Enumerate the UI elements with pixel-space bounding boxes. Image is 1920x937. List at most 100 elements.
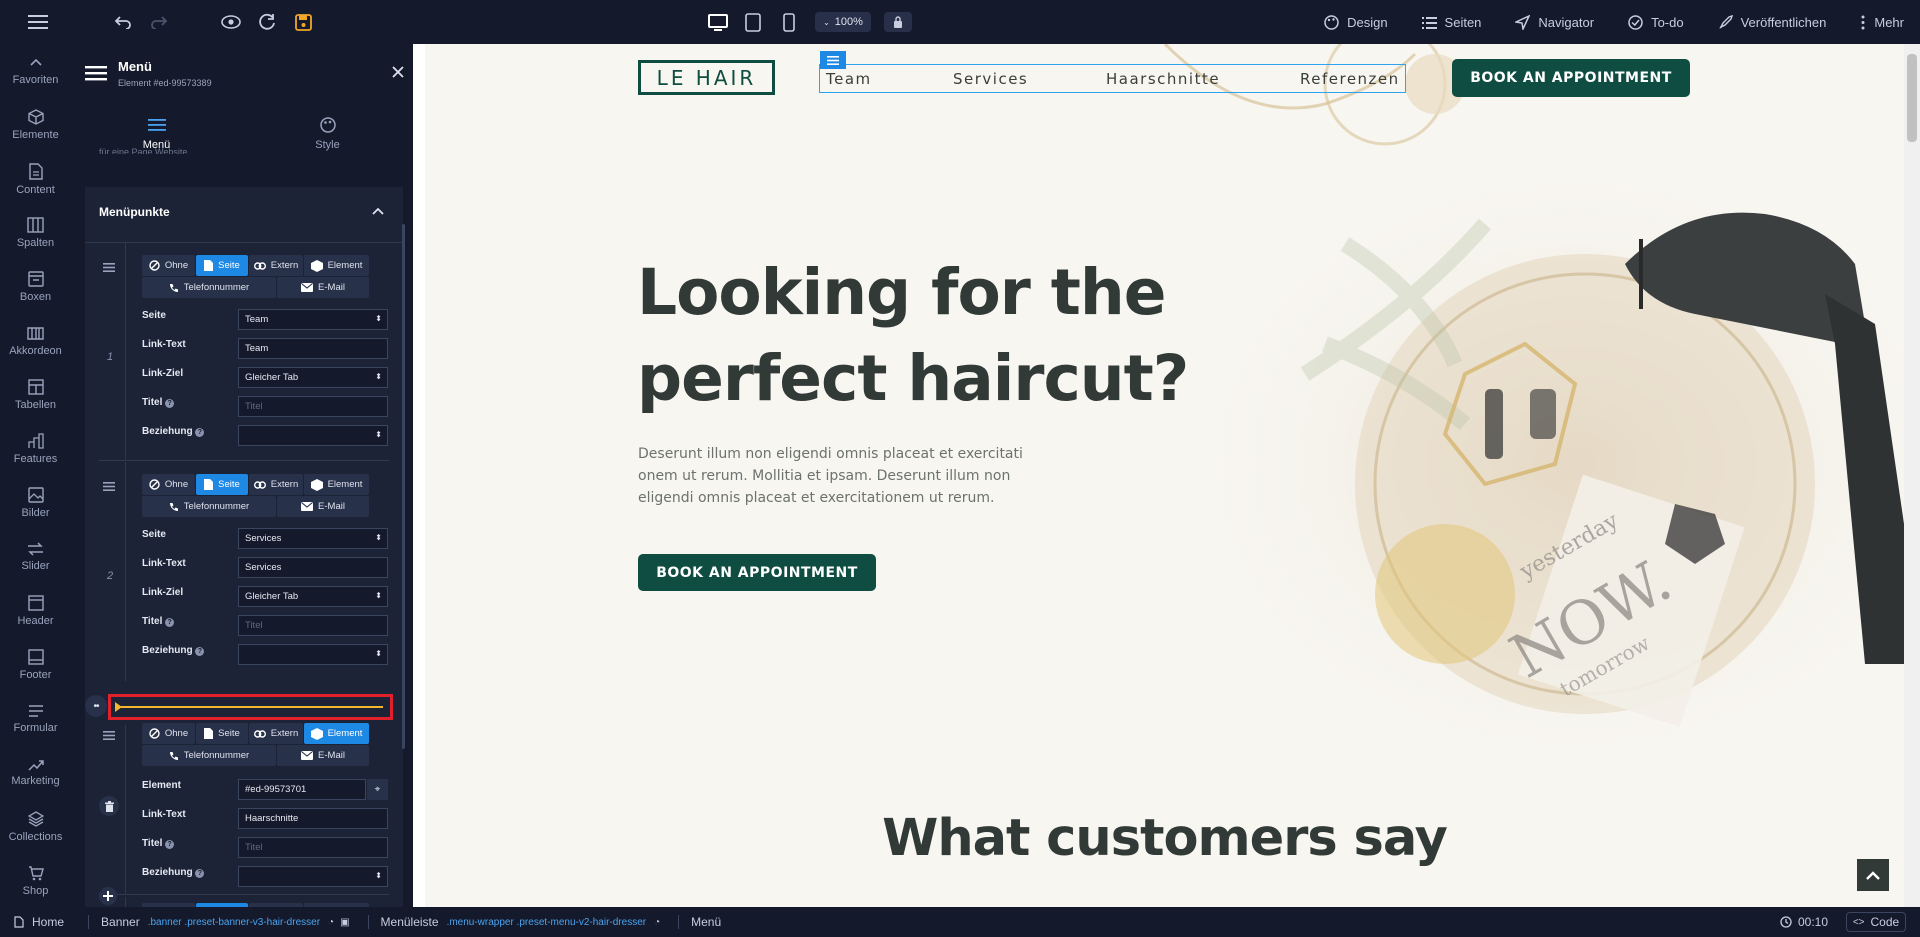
more-menu[interactable]: Mehr: [1860, 15, 1904, 30]
crumb-menu[interactable]: Menü: [691, 915, 721, 929]
help-icon[interactable]: ?: [195, 428, 205, 437]
type-element[interactable]: Element: [304, 255, 369, 276]
leftnav-content[interactable]: Content: [0, 152, 71, 206]
hamburger-menu-icon[interactable]: [26, 12, 50, 32]
hero-book-button[interactable]: BOOK AN APPOINTMENT: [638, 554, 876, 591]
mobile-view-icon[interactable]: [779, 11, 799, 33]
linktext-input[interactable]: Team: [238, 338, 388, 359]
titel-input[interactable]: Titel: [238, 837, 388, 858]
leftnav-footer[interactable]: Footer: [0, 638, 71, 692]
leftnav-formular[interactable]: Formular: [0, 692, 71, 746]
linkziel-select[interactable]: Gleicher Tab ⬍: [238, 586, 388, 607]
linkziel-select[interactable]: Gleicher Tab ⬍: [238, 367, 388, 388]
linktext-input[interactable]: Services: [238, 557, 388, 578]
lock-icon[interactable]: [884, 12, 912, 32]
help-icon[interactable]: ?: [165, 399, 175, 408]
group-header[interactable]: Menüpunkte: [85, 187, 403, 243]
seite-select[interactable]: Team ⬍: [238, 309, 388, 330]
leftnav-bilder[interactable]: Bilder: [0, 476, 71, 530]
scroll-to-top-icon[interactable]: [1857, 859, 1889, 891]
beziehung-select[interactable]: ⬍: [238, 644, 388, 665]
type-extern[interactable]: Extern: [249, 474, 303, 495]
leftnav-akkordeon[interactable]: Akkordeon: [0, 314, 71, 368]
help-icon[interactable]: ?: [165, 840, 175, 849]
crumb-home[interactable]: Home: [32, 915, 64, 929]
menu-element-handle-icon[interactable]: [820, 51, 846, 69]
todo-menu[interactable]: To-do: [1628, 15, 1684, 30]
help-icon[interactable]: ?: [195, 869, 205, 878]
drag-add-handle-icon[interactable]: ••: [85, 695, 107, 717]
type-ohne[interactable]: Ohne: [142, 474, 195, 495]
leftnav-boxen[interactable]: Boxen: [0, 260, 71, 314]
leftnav-tabellen[interactable]: Tabellen: [0, 368, 71, 422]
code-button[interactable]: <> Code: [1846, 912, 1906, 932]
leftnav-slider[interactable]: Slider: [0, 530, 71, 584]
panel-scrollbar[interactable]: [402, 224, 405, 749]
leftnav-marketing[interactable]: Marketing: [0, 746, 71, 800]
site-logo[interactable]: LE HAIR: [638, 60, 775, 95]
drag-handle-icon[interactable]: [103, 261, 115, 275]
leftnav-header[interactable]: Header: [0, 584, 71, 638]
beziehung-select[interactable]: ⬍: [238, 866, 388, 887]
leftnav-spalten[interactable]: Spalten: [0, 206, 71, 260]
header-book-button[interactable]: BOOK AN APPOINTMENT: [1452, 59, 1690, 97]
titel-input[interactable]: Titel: [238, 615, 388, 636]
crumb-banner[interactable]: Banner: [101, 915, 140, 929]
navigator-menu[interactable]: Navigator: [1515, 14, 1594, 30]
tablet-view-icon[interactable]: [742, 11, 764, 33]
drag-handle-icon[interactable]: [103, 480, 115, 494]
leftnav-elemente[interactable]: Elemente: [0, 98, 71, 152]
type-telefon[interactable]: Telefonnummer: [142, 277, 276, 298]
tab-menu[interactable]: Menü: [71, 100, 242, 168]
refresh-icon[interactable]: [256, 12, 278, 32]
item-number: 1: [107, 351, 114, 363]
leftnav-features[interactable]: Features: [0, 422, 71, 476]
nav-referenzen[interactable]: Referenzen: [1300, 70, 1400, 88]
type-email[interactable]: E-Mail: [277, 277, 369, 298]
crumb-menuleiste[interactable]: Menüleiste: [381, 915, 439, 929]
delete-icon[interactable]: [99, 796, 119, 816]
publish-menu[interactable]: Veröffentlichen: [1718, 14, 1826, 30]
design-menu[interactable]: Design: [1324, 15, 1388, 30]
leftnav-shop[interactable]: Shop: [0, 854, 71, 908]
menu-element-selected[interactable]: Team Services Haarschnitte Referenzen: [819, 51, 1406, 93]
element-picker-icon[interactable]: ⌖: [367, 779, 388, 800]
tab-style[interactable]: Style: [242, 100, 413, 168]
type-email[interactable]: E-Mail: [277, 745, 369, 766]
beziehung-select[interactable]: ⬍: [238, 425, 388, 446]
type-email[interactable]: E-Mail: [277, 496, 369, 517]
drag-handle-icon[interactable]: [103, 729, 115, 743]
linktext-input[interactable]: Haarschnitte: [238, 808, 388, 829]
element-input[interactable]: #ed-99573701: [238, 779, 366, 800]
type-element[interactable]: Element: [304, 474, 369, 495]
desktop-view-icon[interactable]: [706, 11, 730, 33]
help-icon[interactable]: ?: [195, 647, 205, 656]
save-icon[interactable]: [292, 12, 314, 32]
seite-select[interactable]: Services ⬍: [238, 528, 388, 549]
undo-icon[interactable]: [112, 12, 134, 32]
collapse-chevron-icon[interactable]: [371, 205, 385, 219]
type-seite[interactable]: Seite: [196, 474, 248, 495]
type-extern[interactable]: Extern: [249, 723, 303, 744]
titel-input[interactable]: Titel: [238, 396, 388, 417]
type-seite[interactable]: Seite: [196, 723, 248, 744]
preview-eye-icon[interactable]: [219, 12, 243, 32]
pages-menu[interactable]: Seiten: [1421, 15, 1481, 30]
type-telefon[interactable]: Telefonnummer: [142, 496, 276, 517]
nav-haarschnitte[interactable]: Haarschnitte: [1106, 70, 1220, 88]
close-icon[interactable]: [392, 66, 406, 80]
type-seite[interactable]: Seite: [196, 255, 248, 276]
nav-services[interactable]: Services: [953, 70, 1028, 88]
help-icon[interactable]: ?: [165, 618, 175, 627]
nav-team[interactable]: Team: [826, 70, 872, 88]
type-telefon[interactable]: Telefonnummer: [142, 745, 276, 766]
leftnav-favoriten[interactable]: Favoriten: [0, 44, 71, 98]
type-ohne[interactable]: Ohne: [142, 255, 195, 276]
canvas-scrollbar-thumb[interactable]: [1907, 54, 1917, 142]
leftnav-collections[interactable]: Collections: [0, 800, 71, 854]
type-element[interactable]: Element: [304, 723, 369, 744]
type-ohne[interactable]: Ohne: [142, 723, 195, 744]
redo-icon[interactable]: [148, 12, 170, 32]
type-extern[interactable]: Extern: [249, 255, 303, 276]
zoom-dropdown[interactable]: ⌄ 100%: [815, 12, 871, 32]
